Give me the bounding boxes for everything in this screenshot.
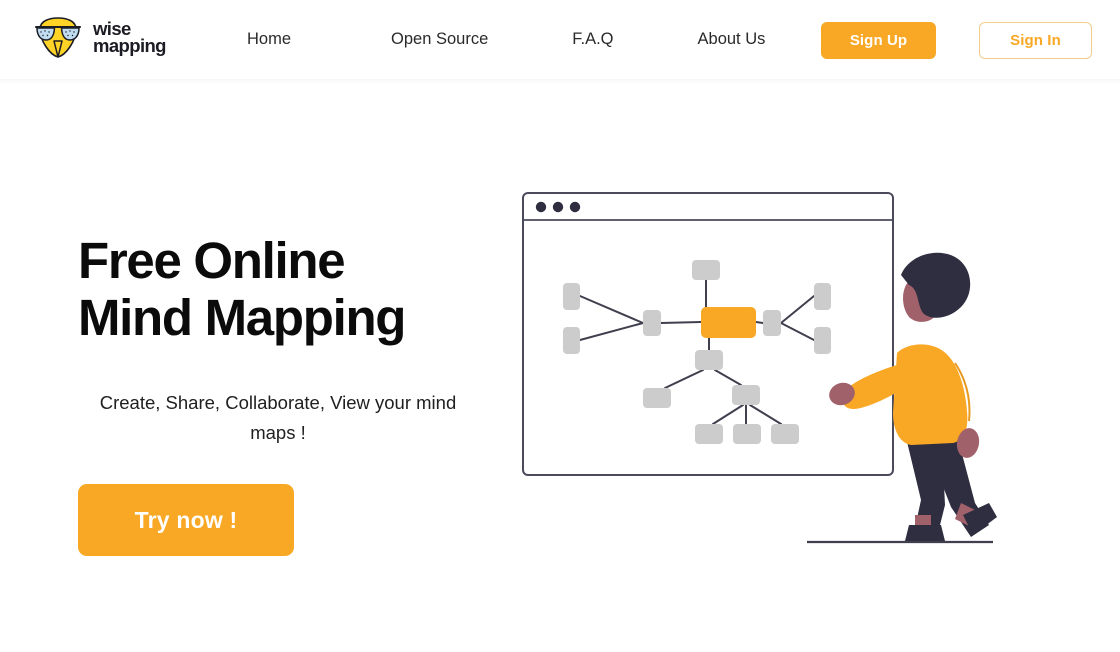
landing-page: wise mapping Home Open Source F.A.Q Abou… (0, 0, 1120, 652)
hero-text-block: Free Online Mind Mapping Create, Share, … (78, 232, 488, 556)
window-dots-icon (535, 201, 581, 213)
nav-item-faq[interactable]: F.A.Q (570, 24, 615, 55)
mind-map-node[interactable] (733, 424, 761, 444)
mind-map-node[interactable] (771, 424, 799, 444)
nav-item-home[interactable]: Home (245, 24, 293, 55)
mind-map-node[interactable] (732, 385, 760, 405)
nav-item-about-us[interactable]: About Us (696, 24, 768, 55)
hero-subtitle: Create, Share, Collaborate, View your mi… (99, 392, 457, 444)
mind-map-node[interactable] (814, 283, 831, 310)
mind-map-node[interactable] (563, 327, 580, 354)
bee-sunglasses-logo-icon (30, 15, 86, 59)
page-title: Free Online Mind Mapping (78, 232, 406, 347)
mind-map-node[interactable] (814, 327, 831, 354)
mind-map-node[interactable] (763, 310, 781, 336)
site-header: wise mapping Home Open Source F.A.Q Abou… (0, 0, 1120, 79)
try-now-button[interactable]: Try now ! (78, 484, 294, 556)
header-divider (0, 79, 1120, 85)
sign-in-button[interactable]: Sign In (979, 22, 1092, 59)
mind-map-node[interactable] (643, 388, 671, 408)
mind-map-node[interactable] (692, 260, 720, 280)
logo[interactable]: wise mapping (30, 13, 230, 61)
logo-line-2: mapping (93, 35, 166, 56)
mind-map-node[interactable] (643, 310, 661, 336)
logo-wordmark: wise mapping (93, 19, 166, 56)
mind-map-root-node[interactable] (701, 307, 756, 338)
mind-map-node[interactable] (695, 350, 723, 370)
mind-map-node[interactable] (563, 283, 580, 310)
hero-illustration (505, 185, 1015, 555)
nav-item-open-source[interactable]: Open Source (389, 24, 490, 55)
sign-up-button[interactable]: Sign Up (821, 22, 936, 59)
main-navigation: Home Open Source F.A.Q About Us (240, 0, 767, 79)
mind-map-node[interactable] (695, 424, 723, 444)
